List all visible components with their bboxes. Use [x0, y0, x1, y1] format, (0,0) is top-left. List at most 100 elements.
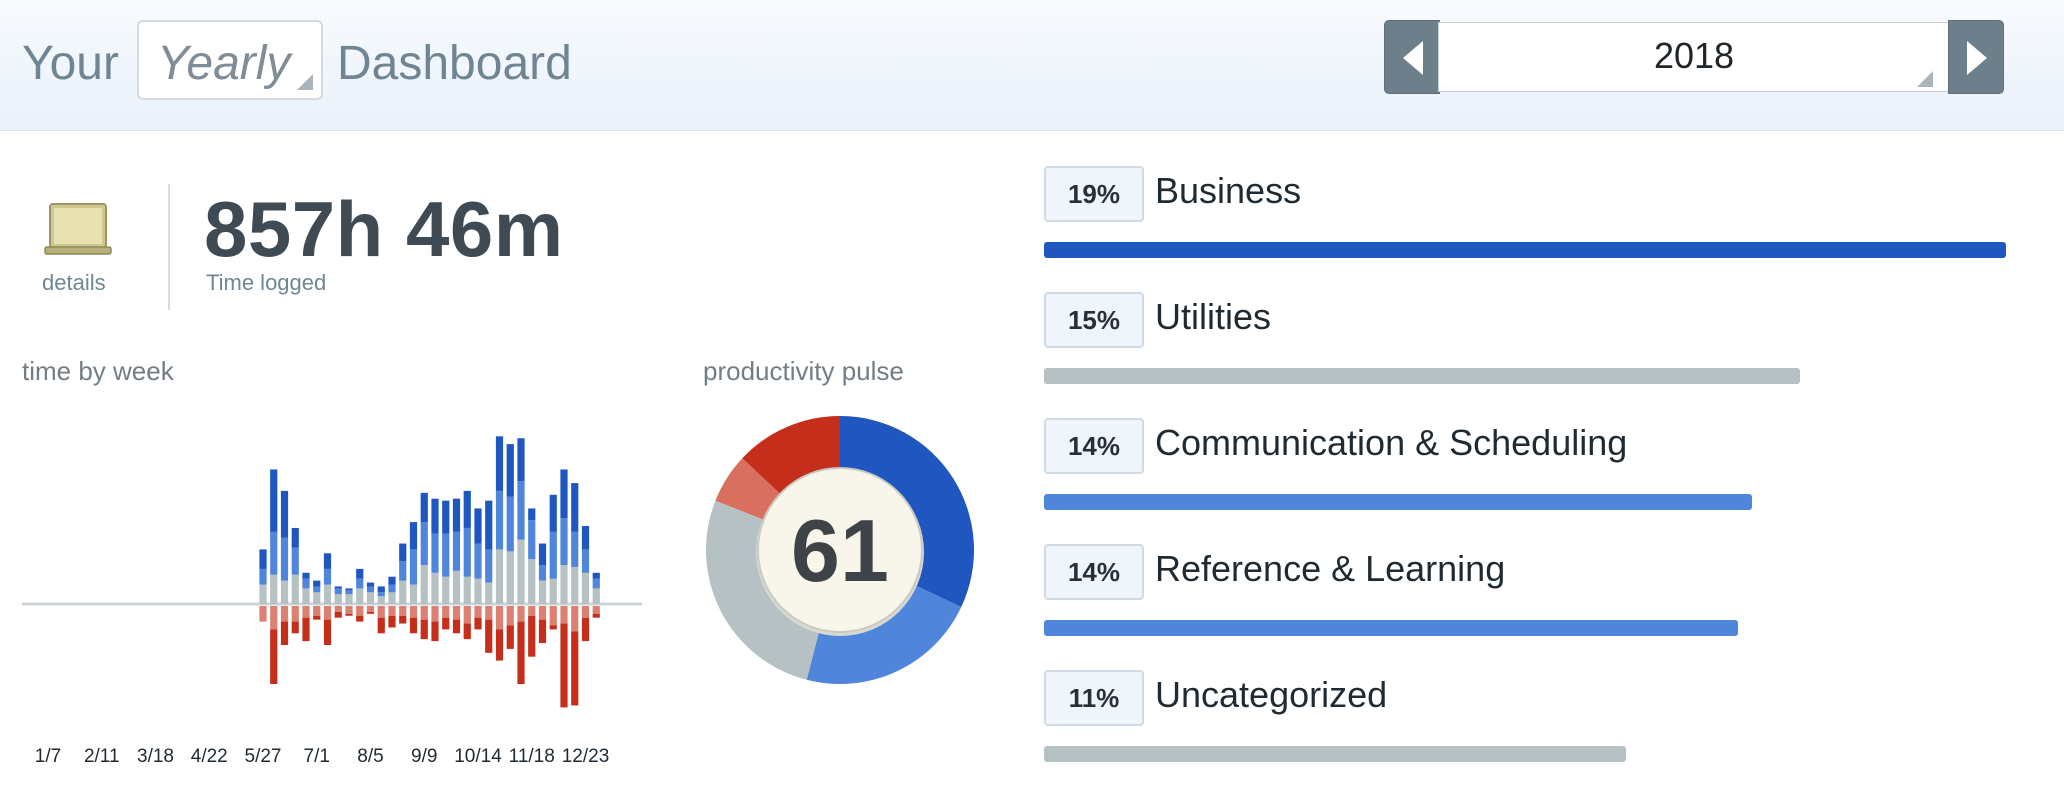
week-bar[interactable]	[388, 576, 396, 628]
week-bar[interactable]	[581, 526, 590, 642]
year-select-value: 2018	[1653, 35, 1735, 76]
week-bar[interactable]	[549, 494, 557, 630]
bar-segment-neutral	[399, 580, 407, 604]
bar-segment-very-productive	[356, 568, 364, 579]
week-bar[interactable]	[356, 568, 364, 622]
bar-segment-productive	[528, 520, 536, 560]
x-tick-label: 4/22	[191, 746, 228, 767]
bar-segment-productive	[388, 584, 396, 593]
bar-segment-distracting	[442, 606, 450, 618]
bar-segment-very-productive	[345, 588, 353, 591]
bar-segment-neutral	[270, 574, 278, 604]
bar-segment-distracting	[506, 606, 514, 626]
bar-segment-neutral	[474, 578, 482, 604]
category-name[interactable]: Utilities	[1155, 296, 1271, 338]
week-bar[interactable]	[442, 500, 450, 630]
week-bar[interactable]	[323, 553, 332, 645]
x-tick-label: 1/7	[35, 746, 61, 767]
arrow-right-icon	[1967, 41, 1987, 75]
bar-segment-very-productive	[581, 526, 590, 550]
week-bar[interactable]	[409, 522, 418, 634]
category-bar	[1044, 620, 1738, 636]
week-bar[interactable]	[334, 586, 342, 618]
period-select[interactable]: Yearly	[137, 20, 323, 100]
week-bar[interactable]	[313, 580, 321, 620]
bar-segment-distracting	[581, 606, 590, 618]
week-bar[interactable]	[377, 586, 385, 634]
category-name[interactable]: Business	[1155, 170, 1301, 212]
week-bar[interactable]	[528, 508, 536, 657]
bar-segment-neutral	[592, 588, 600, 604]
previous-year-button[interactable]	[1384, 20, 1440, 94]
bar-segment-very-productive	[377, 586, 385, 593]
bar-segment-very-productive	[463, 490, 471, 528]
bar-segment-very-distracting	[431, 621, 439, 642]
bar-segment-very-productive	[442, 500, 450, 534]
bar-segment-productive	[485, 549, 493, 583]
week-bar[interactable]	[420, 492, 428, 640]
bar-segment-neutral	[560, 565, 568, 604]
week-bar[interactable]	[431, 498, 439, 642]
bar-segment-productive	[409, 549, 418, 585]
bar-segment-very-distracting	[302, 617, 310, 642]
bar-segment-productive	[592, 578, 600, 589]
x-tick-label: 12/23	[562, 746, 610, 767]
week-bar[interactable]	[474, 508, 482, 630]
bar-segment-productive	[560, 518, 568, 565]
bar-segment-productive	[356, 578, 364, 589]
week-bar[interactable]	[366, 582, 375, 614]
week-bar[interactable]	[517, 438, 525, 684]
week-bar[interactable]	[485, 500, 493, 653]
category-bar	[1044, 368, 1800, 384]
bar-segment-productive	[474, 543, 482, 579]
bar-segment-neutral	[409, 584, 418, 604]
week-bar[interactable]	[280, 490, 289, 645]
productivity-pulse-donut[interactable]: 61	[700, 410, 980, 690]
week-bar[interactable]	[345, 588, 353, 616]
time-by-week-chart[interactable]: 1/7 2/11 3/18 4/22 5/27 7/1 8/5 9/9 10/14 11/18 12…	[22, 400, 648, 772]
bar-segment-distracting	[592, 606, 600, 614]
bar-segment-very-distracting	[345, 613, 353, 616]
week-bar[interactable]	[270, 469, 278, 684]
bar-segment-distracting	[560, 606, 568, 624]
next-year-button[interactable]	[1948, 20, 2004, 94]
bar-segment-very-productive	[388, 576, 396, 585]
week-bar[interactable]	[259, 549, 267, 622]
week-bar[interactable]	[452, 498, 461, 634]
year-select[interactable]: 2018	[1438, 22, 1950, 92]
week-bar[interactable]	[463, 490, 471, 640]
week-bar[interactable]	[538, 543, 547, 644]
bar-segment-productive	[270, 531, 278, 575]
bar-segment-distracting	[485, 606, 493, 620]
bar-segment-productive	[549, 531, 557, 579]
week-bar[interactable]	[592, 572, 600, 618]
bar-segment-neutral	[485, 582, 493, 604]
select-corner-icon	[1917, 71, 1933, 87]
week-bar[interactable]	[571, 483, 579, 706]
bar-segment-neutral	[431, 572, 439, 604]
bar-segment-very-productive	[452, 498, 461, 532]
bar-segment-neutral	[302, 588, 310, 604]
bar-segment-neutral	[571, 566, 579, 604]
bar-segment-very-distracting	[463, 623, 471, 640]
bar-segment-distracting	[302, 606, 310, 618]
bar-segment-very-productive	[474, 508, 482, 544]
week-bar[interactable]	[302, 572, 310, 642]
bar-segment-very-distracting	[560, 623, 568, 708]
week-bar[interactable]	[560, 469, 568, 708]
week-bar[interactable]	[399, 543, 407, 624]
category-name[interactable]: Communication & Scheduling	[1155, 422, 1627, 464]
bar-segment-productive	[377, 592, 385, 597]
bar-segment-very-productive	[399, 543, 407, 562]
bar-segment-very-distracting	[549, 625, 557, 630]
week-bar[interactable]	[291, 527, 299, 634]
bar-segment-very-distracting	[581, 617, 590, 642]
week-bar[interactable]	[495, 436, 504, 661]
bar-segment-very-distracting	[474, 617, 482, 630]
category-name[interactable]: Reference & Learning	[1155, 548, 1505, 590]
bar-segment-very-distracting	[377, 617, 385, 634]
bar-segment-productive	[313, 586, 321, 593]
week-bar[interactable]	[506, 444, 514, 649]
category-name[interactable]: Uncategorized	[1155, 674, 1387, 716]
bar-segment-neutral	[463, 576, 471, 604]
